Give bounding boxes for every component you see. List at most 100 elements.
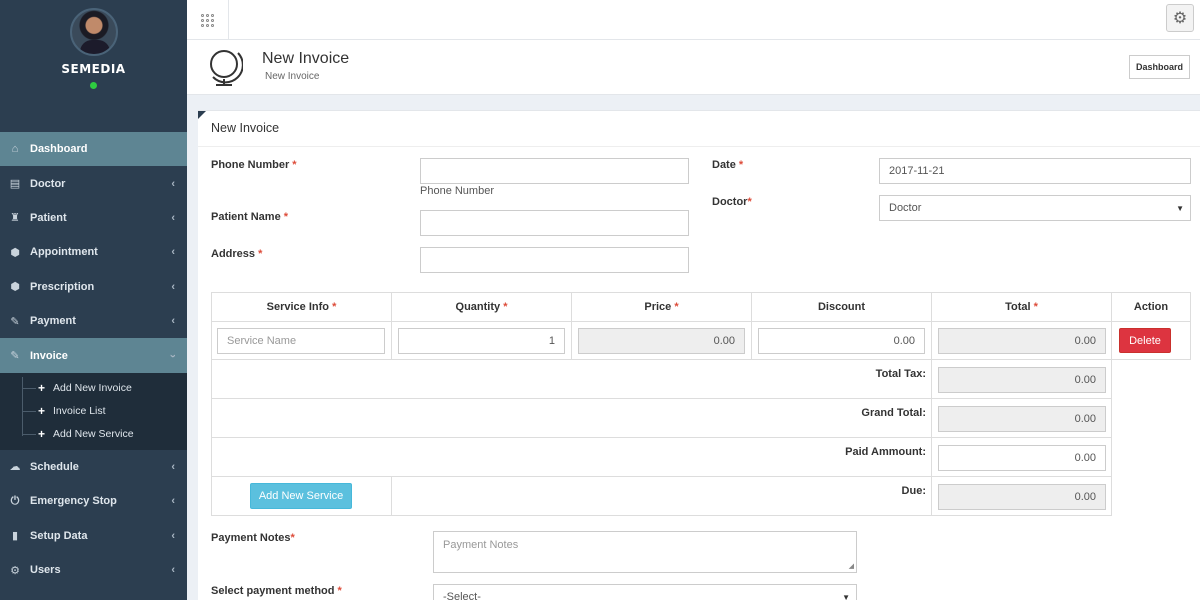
- doctor-select-value: Doctor: [889, 202, 922, 214]
- gear-icon: ⚙: [1172, 10, 1188, 27]
- power-icon: ⏻: [10, 494, 20, 507]
- submenu-item-label: Add New Service: [53, 428, 134, 441]
- patient-name-label: Patient Name *: [211, 211, 288, 223]
- th-service-info: Service Info *: [211, 292, 392, 322]
- page-subtitle: New Invoice: [265, 71, 320, 82]
- total-tax-label: Total Tax:: [875, 368, 926, 380]
- avatar[interactable]: [69, 8, 118, 56]
- service-name-input[interactable]: Service Name: [217, 328, 385, 354]
- bar-chart-icon: ▮: [11, 530, 19, 543]
- patient-name-input[interactable]: [420, 210, 689, 236]
- caret-down-icon: ▼: [842, 592, 850, 600]
- chevron-left-icon: ‹: [171, 529, 175, 542]
- doctor-label: Doctor*: [712, 196, 752, 208]
- resize-handle-icon[interactable]: ◢: [849, 562, 854, 570]
- paid-amount-label: Paid Ammount:: [845, 446, 926, 458]
- settings-button[interactable]: ⚙: [1166, 4, 1194, 32]
- invoice-panel: New Invoice Phone Number * Phone Number …: [198, 110, 1200, 600]
- sidebar-nav: ⌂ Dashboard ▤ Doctor ‹ ♜ Patient ‹ ⬢ App…: [0, 132, 187, 373]
- payment-notes-textarea[interactable]: Payment Notes ◢: [433, 531, 857, 573]
- grid-icon: [201, 13, 214, 27]
- sidebar-item-doctor[interactable]: ▤ Doctor ‹: [0, 166, 187, 200]
- th-discount: Discount: [751, 292, 932, 322]
- th-label: Total: [1005, 301, 1031, 313]
- document-icon: ▤: [9, 178, 21, 191]
- submenu-item-add-new-service[interactable]: + Add New Service: [0, 423, 187, 446]
- th-label: Price: [644, 301, 672, 313]
- sidebar-item-label: Users: [30, 564, 61, 577]
- sidebar-item-label: Setup Data: [30, 529, 88, 542]
- th-action: Action: [1111, 292, 1191, 322]
- required-mark: *: [292, 159, 297, 171]
- required-mark: *: [283, 211, 289, 223]
- label-text: Date: [712, 159, 736, 171]
- appointment-icon: ⬢: [10, 246, 20, 259]
- sidebar: SEMEDIA ⌂ Dashboard ▤ Doctor ‹ ♜ Patient…: [0, 0, 187, 600]
- add-new-service-button[interactable]: Add New Service: [250, 483, 352, 509]
- paid-amount-input[interactable]: 0.00: [938, 445, 1106, 471]
- patient-icon: ♜: [10, 212, 20, 225]
- page-header: New Invoice New Invoice Dashboard: [187, 40, 1200, 95]
- submenu-item-label: Add New Invoice: [53, 382, 132, 395]
- submenu-item-label: Invoice List: [53, 405, 106, 418]
- due-input: 0.00: [938, 484, 1106, 510]
- label-text: Payment Notes: [211, 532, 291, 544]
- required-mark: *: [738, 159, 744, 171]
- sidebar-item-users[interactable]: ⚙ Users ‹: [0, 553, 187, 587]
- required-mark: *: [674, 301, 679, 313]
- plus-icon: +: [38, 404, 46, 419]
- discount-input[interactable]: 0.00: [758, 328, 925, 354]
- required-mark: *: [503, 301, 508, 313]
- chevron-down-icon: ‹: [167, 353, 180, 358]
- sidebar-item-label: Prescription: [30, 280, 95, 293]
- th-label: Quantity: [455, 301, 501, 313]
- sidebar-item-patient[interactable]: ♜ Patient ‹: [0, 201, 187, 235]
- dashboard-button[interactable]: Dashboard: [1128, 55, 1190, 79]
- chevron-left-icon: ‹: [171, 211, 175, 224]
- date-label: Date *: [712, 159, 743, 171]
- address-input[interactable]: [420, 247, 689, 273]
- sidebar-item-dashboard[interactable]: ⌂ Dashboard: [0, 132, 187, 167]
- panel-title: New Invoice: [211, 121, 280, 135]
- sidebar-item-schedule[interactable]: ☁ Schedule ‹: [0, 450, 187, 484]
- date-input[interactable]: 2017-11-21: [879, 158, 1191, 184]
- sidebar-item-payment[interactable]: ✎ Payment ‹: [0, 304, 187, 338]
- submenu-item-invoice-list[interactable]: + Invoice List: [0, 400, 187, 423]
- grand-total-input: 0.00: [938, 406, 1106, 432]
- required-mark: *: [290, 532, 295, 544]
- invoice-submenu: + Add New Invoice + Invoice List + Add N…: [0, 372, 187, 450]
- sidebar-item-label: Emergency Stop: [30, 495, 117, 508]
- sidebar-item-label: Patient: [30, 211, 67, 224]
- required-mark: *: [332, 301, 337, 313]
- sidebar-item-setup-data[interactable]: ▮ Setup Data ‹: [0, 519, 187, 553]
- caret-down-icon: ▼: [1176, 203, 1184, 213]
- doctor-select[interactable]: Doctor ▼: [879, 195, 1191, 221]
- online-status-dot: [90, 82, 97, 89]
- user-panel: SEMEDIA: [0, 0, 187, 132]
- label-text: Phone Number: [211, 159, 290, 171]
- sidebar-item-invoice[interactable]: ✎ Invoice ‹: [0, 338, 187, 373]
- sidebar-item-appointment[interactable]: ⬢ Appointment ‹: [0, 235, 187, 269]
- users-icon: ⚙: [10, 564, 20, 577]
- total-input: 0.00: [938, 328, 1106, 354]
- plus-icon: +: [38, 381, 46, 396]
- payment-icon: ✎: [10, 315, 20, 328]
- required-mark: *: [1033, 301, 1038, 313]
- payment-method-select[interactable]: -Select- ▼: [433, 584, 857, 600]
- required-mark: *: [337, 585, 342, 597]
- chevron-left-icon: ‹: [171, 460, 175, 473]
- delete-button[interactable]: Delete: [1119, 328, 1171, 353]
- payment-method-value: -Select-: [443, 591, 481, 600]
- th-total: Total *: [931, 292, 1112, 322]
- submenu-item-add-new-invoice[interactable]: + Add New Invoice: [0, 377, 187, 400]
- sidebar-item-emergency-stop[interactable]: ⏻ Emergency Stop ‹: [0, 484, 187, 518]
- sidebar-item-prescription[interactable]: ⬢ Prescription ‹: [0, 270, 187, 304]
- apps-grid-button[interactable]: [187, 0, 229, 40]
- th-label: Discount: [817, 301, 866, 313]
- phone-number-input[interactable]: [420, 158, 689, 184]
- top-bar: ⚙: [187, 0, 1200, 40]
- quantity-input[interactable]: 1: [398, 328, 565, 354]
- sidebar-item-label: Doctor: [30, 177, 66, 190]
- th-price: Price *: [571, 292, 752, 322]
- sidebar-nav-lower: ☁ Schedule ‹ ⏻ Emergency Stop ‹ ▮ Setup …: [0, 450, 187, 588]
